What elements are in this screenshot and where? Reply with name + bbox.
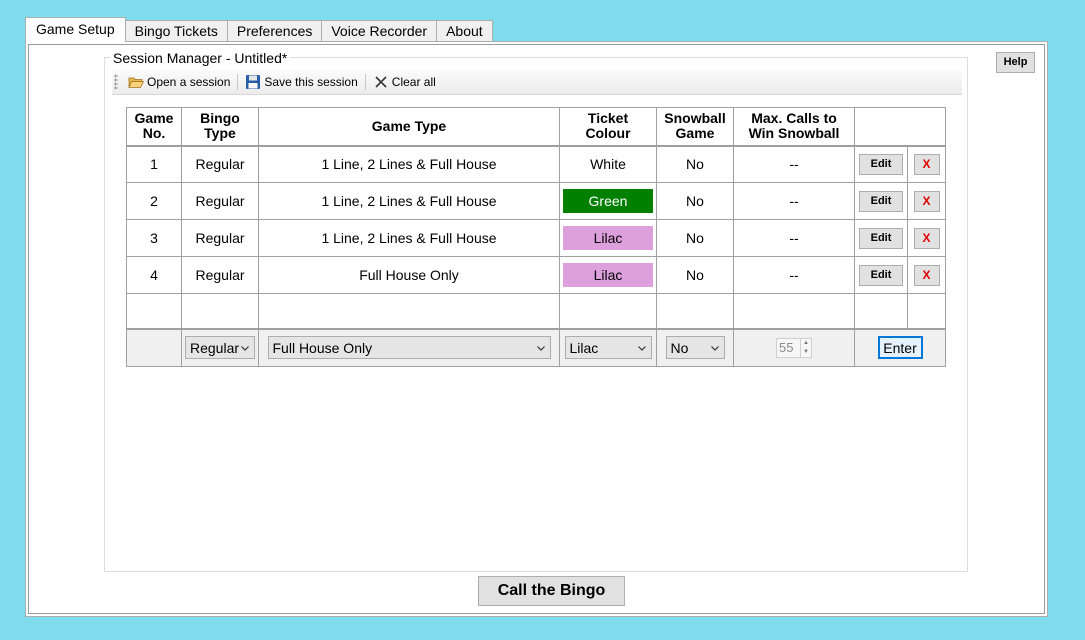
table-row: 1 Regular 1 Line, 2 Lines & Full House W…	[126, 145, 946, 183]
max-calls-stepper[interactable]: 55 ▲ ▼	[776, 337, 812, 358]
stepper-down-icon[interactable]: ▼	[801, 348, 811, 357]
header-actions	[854, 107, 946, 147]
cell-max-calls: --	[733, 219, 855, 257]
save-session-button[interactable]: Save this session	[241, 71, 361, 93]
cell-max-calls: --	[733, 182, 855, 220]
cell-snowball: No	[656, 182, 734, 220]
table-row: 3 Regular 1 Line, 2 Lines & Full House L…	[126, 219, 946, 257]
cell-game-no: 4	[126, 256, 182, 294]
header-game-type: Game Type	[258, 107, 560, 147]
table-row: 2 Regular 1 Line, 2 Lines & Full House G…	[126, 182, 946, 220]
tab-voice-recorder[interactable]: Voice Recorder	[321, 20, 438, 42]
colour-swatch: White	[563, 152, 653, 177]
snowball-value: No	[670, 339, 689, 356]
edit-button[interactable]: Edit	[859, 227, 903, 249]
bingo-type-value: Regular	[190, 339, 240, 356]
cell-ticket-colour: Lilac	[559, 256, 657, 294]
cell-game-type: Full House Only	[258, 256, 560, 294]
clear-all-label: Clear all	[391, 75, 436, 89]
tab-preferences[interactable]: Preferences	[226, 20, 323, 42]
cell-game-no: 2	[126, 182, 182, 220]
colour-swatch: Lilac	[563, 226, 653, 250]
cell-bingo-type: Regular	[181, 219, 259, 257]
open-session-label: Open a session	[147, 75, 231, 89]
header-ticket-colour: Ticket Colour	[559, 107, 657, 147]
stepper-up-icon[interactable]: ▲	[801, 339, 811, 348]
header-game-no: Game No.	[126, 107, 182, 147]
session-toolbar: Open a session Save this session Clear a…	[112, 70, 962, 95]
toolbar-grip[interactable]	[114, 74, 118, 90]
cell-game-type: 1 Line, 2 Lines & Full House	[258, 219, 560, 257]
cell-max-calls: --	[733, 256, 855, 294]
chevron-down-icon	[536, 345, 545, 351]
cell-bingo-type: Regular	[181, 256, 259, 294]
enter-button[interactable]: Enter	[877, 336, 923, 360]
cell-snowball: No	[656, 219, 734, 257]
clear-all-button[interactable]: Clear all	[369, 71, 440, 93]
session-manager-title: Session Manager - Untitled*	[110, 50, 291, 66]
cell-bingo-type: Regular	[181, 145, 259, 183]
toolbar-separator	[237, 74, 239, 90]
delete-button[interactable]: X	[913, 227, 940, 249]
colour-swatch: Green	[563, 189, 653, 213]
table-header-row: Game No. Bingo Type Game Type Ticket Colour…	[126, 107, 946, 147]
cell-max-calls: --	[733, 145, 855, 183]
cell-snowball: No	[656, 256, 734, 294]
open-session-button[interactable]: Open a session	[124, 71, 234, 93]
delete-button[interactable]: X	[913, 190, 940, 212]
folder-open-icon	[128, 74, 145, 90]
new-game-entry-row: Regular Full House Only Lilac No 55 ▲ ▼ …	[126, 327, 946, 367]
toolbar-separator	[364, 74, 366, 90]
table-row: 4 Regular Full House Only Lilac No -- Ed…	[126, 256, 946, 294]
games-table: Game No. Bingo Type Game Type Ticket Colour…	[126, 107, 946, 367]
tab-strip: Game Setup Bingo Tickets Preferences Voi…	[25, 17, 493, 42]
delete-button[interactable]: X	[913, 153, 940, 175]
call-the-bingo-button[interactable]: Call the Bingo	[478, 576, 625, 606]
cell-game-type: 1 Line, 2 Lines & Full House	[258, 182, 560, 220]
cell-game-type: 1 Line, 2 Lines & Full House	[258, 145, 560, 183]
header-max-calls: Max. Calls to Win Snowball	[733, 107, 855, 147]
header-snowball-game: Snowball Game	[656, 107, 734, 147]
bingo-type-select[interactable]: Regular	[185, 336, 255, 360]
edit-button[interactable]: Edit	[859, 153, 903, 175]
save-session-label: Save this session	[264, 75, 358, 89]
cell-snowball: No	[656, 145, 734, 183]
cell-ticket-colour: Green	[559, 182, 657, 220]
header-bingo-type: Bingo Type	[181, 107, 259, 147]
close-icon	[373, 74, 389, 90]
ticket-colour-value: Lilac	[569, 339, 599, 356]
game-type-value: Full House Only	[272, 339, 373, 356]
chevron-down-icon	[710, 345, 719, 351]
edit-button[interactable]: Edit	[859, 264, 903, 286]
cell-game-no: 1	[126, 145, 182, 183]
game-type-select[interactable]: Full House Only	[267, 336, 551, 360]
snowball-select[interactable]: No	[665, 336, 725, 360]
floppy-disk-icon	[245, 74, 261, 90]
tab-about[interactable]: About	[436, 20, 493, 42]
chevron-down-icon	[637, 345, 646, 351]
cell-ticket-colour: Lilac	[559, 219, 657, 257]
empty-row	[126, 293, 946, 329]
cell-game-no: 3	[126, 219, 182, 257]
delete-button[interactable]: X	[913, 264, 940, 286]
edit-button[interactable]: Edit	[859, 190, 903, 212]
cell-bingo-type: Regular	[181, 182, 259, 220]
help-button[interactable]: Help	[996, 52, 1035, 73]
tab-game-setup[interactable]: Game Setup	[25, 17, 126, 42]
tab-bingo-tickets[interactable]: Bingo Tickets	[124, 20, 228, 42]
cell-ticket-colour: White	[559, 145, 657, 183]
chevron-down-icon	[241, 345, 249, 351]
ticket-colour-select[interactable]: Lilac	[564, 336, 652, 360]
colour-swatch: Lilac	[563, 263, 653, 287]
max-calls-value: 55	[779, 340, 794, 356]
